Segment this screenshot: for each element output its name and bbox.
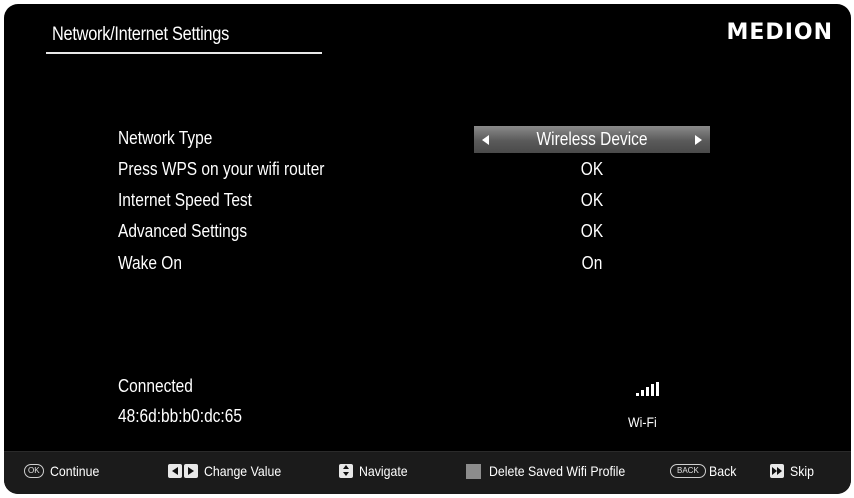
setting-value: On [581,253,603,273]
setting-row-wake-on[interactable]: Wake On On [118,251,738,279]
setting-label: Internet Speed Test [118,190,252,210]
tv-screen: Network/Internet Settings MEDION Network… [4,4,851,494]
arrow-right-icon[interactable] [695,135,702,145]
setting-label: Wake On [118,253,182,273]
arrow-left-icon[interactable] [482,135,489,145]
right-key-icon [184,464,198,478]
setting-value: OK [580,159,604,179]
footer-skip[interactable]: Skip [770,463,817,479]
setting-value: OK [580,221,604,241]
footer-back[interactable]: BACK Back [670,463,740,479]
mac-address: 48:6d:bb:b0:dc:65 [118,406,242,426]
connection-status: Connected [118,376,193,396]
footer-help-bar: OK Continue Change Value Navigate Delete… [4,451,851,494]
footer-continue-label: Continue [49,463,99,479]
title-underline [46,52,322,54]
signal-type-label: Wi-Fi [628,414,657,430]
setting-label: Press WPS on your wifi router [118,159,325,179]
setting-row-speed-test[interactable]: Internet Speed Test OK [118,188,738,216]
back-key-icon: BACK [670,464,706,478]
up-down-key-icon [339,464,353,478]
setting-label: Network Type [118,128,213,148]
skip-key-icon [770,464,784,478]
footer-navigate-label: Navigate [359,463,408,479]
footer-delete-profile[interactable]: Delete Saved Wifi Profile [466,463,644,479]
setting-row-wps[interactable]: Press WPS on your wifi router OK [118,157,738,185]
network-type-selector[interactable]: Wireless Device [474,126,710,153]
gray-key-icon [466,463,481,479]
footer-change-value[interactable]: Change Value [168,463,292,479]
setting-row-advanced[interactable]: Advanced Settings OK [118,219,738,247]
footer-back-label: Back [708,463,737,479]
footer-navigate[interactable]: Navigate [339,463,414,479]
footer-change-value-label: Change Value [204,463,282,479]
left-key-icon [168,464,182,478]
setting-label: Advanced Settings [118,221,248,241]
footer-delete-label: Delete Saved Wifi Profile [489,463,626,479]
page-title: Network/Internet Settings [52,24,230,45]
brand-logo: MEDION [726,20,833,45]
setting-value: OK [580,190,604,210]
ok-key-icon: OK [24,464,44,478]
setting-row-network-type[interactable]: Network Type Wireless Device [118,126,738,154]
signal-strength-icon [636,382,662,396]
network-type-value: Wireless Device [536,129,648,149]
footer-skip-label: Skip [790,463,814,479]
footer-continue[interactable]: OK Continue [24,463,106,479]
